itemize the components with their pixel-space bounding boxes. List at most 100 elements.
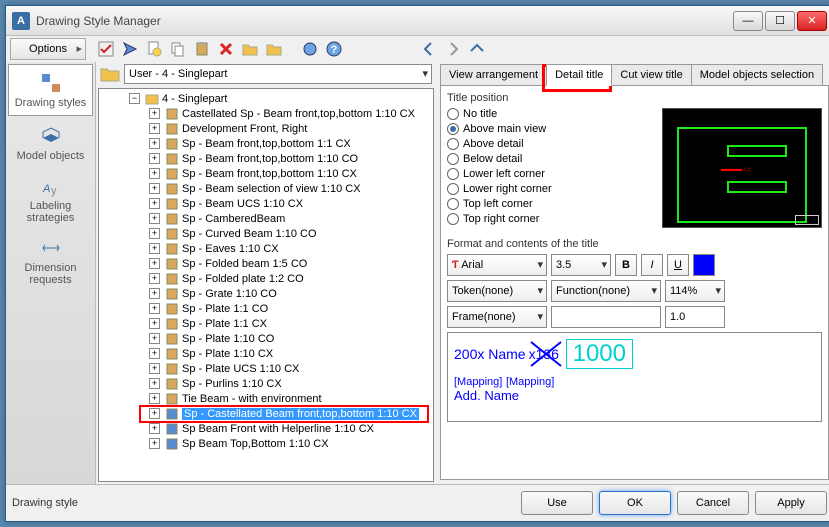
expand-icon[interactable]: + <box>149 168 160 179</box>
expand-icon[interactable]: + <box>149 363 160 374</box>
help-icon[interactable]: ? <box>324 39 344 59</box>
radio-top-right-corner[interactable]: Top right corner <box>447 213 552 225</box>
tab-view-arrangement[interactable]: View arrangement <box>440 64 547 86</box>
expand-icon[interactable]: + <box>149 318 160 329</box>
expand-icon[interactable]: + <box>149 213 160 224</box>
tree-item[interactable]: +Sp - Plate 1:10 CO <box>99 331 433 346</box>
sidebar-item-drawing-styles[interactable]: Drawing styles <box>8 64 93 116</box>
tree-item[interactable]: +Sp - Plate 1:1 CX <box>99 316 433 331</box>
expand-icon[interactable]: + <box>149 183 160 194</box>
path-combo[interactable]: User - 4 - Singlepart <box>124 64 432 84</box>
tree-item[interactable]: +Sp - Eaves 1:10 CX <box>99 241 433 256</box>
tree[interactable]: − 4 - Singlepart +Castellated Sp - Beam … <box>98 88 434 482</box>
sidebar-item-model-objects[interactable]: Model objects <box>6 118 95 168</box>
expand-icon[interactable]: + <box>149 303 160 314</box>
percent-combo[interactable]: 114% <box>665 280 725 302</box>
radio-above-main-view[interactable]: Above main view <box>447 123 552 135</box>
tree-item[interactable]: +Sp - Purlins 1:10 CX <box>99 376 433 391</box>
maximize-button[interactable]: ☐ <box>765 11 795 31</box>
close-button[interactable]: ✕ <box>797 11 827 31</box>
expand-icon[interactable]: + <box>149 438 160 449</box>
tree-item[interactable]: +Sp - Beam selection of view 1:10 CX <box>99 181 433 196</box>
tree-item[interactable]: +Development Front, Right <box>99 121 433 136</box>
collapse-icon[interactable]: − <box>129 93 140 104</box>
cancel-button[interactable]: Cancel <box>677 491 749 515</box>
frame-combo[interactable]: Frame(none) <box>447 306 547 328</box>
expand-icon[interactable]: + <box>149 243 160 254</box>
frame-width-input[interactable]: 1.0 <box>665 306 725 328</box>
tree-item[interactable]: +Sp Beam Front with Helperline 1:10 CX <box>99 421 433 436</box>
frame-value-input[interactable] <box>551 306 661 328</box>
folder1-icon[interactable] <box>240 39 260 59</box>
bold-button[interactable]: B <box>615 254 637 276</box>
radio-lower-right-corner[interactable]: Lower right corner <box>447 183 552 195</box>
radio-below-detail[interactable]: Below detail <box>447 153 552 165</box>
delete-icon[interactable] <box>216 39 236 59</box>
tree-item[interactable]: +Sp - Plate 1:10 CX <box>99 346 433 361</box>
tab-detail-title[interactable]: Detail title <box>546 64 612 86</box>
font-combo[interactable]: Ƭ Arial <box>447 254 547 276</box>
forward-icon[interactable] <box>443 39 463 59</box>
expand-icon[interactable]: + <box>149 138 160 149</box>
function-combo[interactable]: Function(none) <box>551 280 661 302</box>
tree-item[interactable]: +Sp - Folded plate 1:2 CO <box>99 271 433 286</box>
token-combo[interactable]: Token(none) <box>447 280 547 302</box>
sidebar-item-labeling[interactable]: Ay Labeling strategies <box>6 168 95 230</box>
expand-icon[interactable]: + <box>149 273 160 284</box>
tree-item[interactable]: +Sp - Beam front,top,bottom 1:10 CX <box>99 166 433 181</box>
minimize-button[interactable]: — <box>733 11 763 31</box>
sidebar-item-dimension[interactable]: Dimension requests <box>6 230 95 292</box>
options-button[interactable]: Options <box>10 38 86 60</box>
tree-item[interactable]: +Sp - Curved Beam 1:10 CO <box>99 226 433 241</box>
new-page-icon[interactable] <box>144 39 164 59</box>
expand-icon[interactable]: + <box>149 408 160 419</box>
tree-item[interactable]: +Sp - Grate 1:10 CO <box>99 286 433 301</box>
expand-icon[interactable]: + <box>149 258 160 269</box>
expand-icon[interactable]: + <box>149 153 160 164</box>
expand-icon[interactable]: + <box>149 348 160 359</box>
back-icon[interactable] <box>419 39 439 59</box>
expand-icon[interactable]: + <box>149 288 160 299</box>
underline-button[interactable]: U <box>667 254 689 276</box>
use-button[interactable]: Use <box>521 491 593 515</box>
radio-lower-left-corner[interactable]: Lower left corner <box>447 168 552 180</box>
radio-top-left-corner[interactable]: Top left corner <box>447 198 552 210</box>
folder2-icon[interactable] <box>264 39 284 59</box>
tree-item[interactable]: +Sp - Plate UCS 1:10 CX <box>99 361 433 376</box>
tree-item[interactable]: +Sp - Beam UCS 1:10 CX <box>99 196 433 211</box>
tree-item[interactable]: +Sp - Folded beam 1:5 CO <box>99 256 433 271</box>
expand-icon[interactable]: + <box>149 123 160 134</box>
tree-item[interactable]: +Sp Beam Top,Bottom 1:10 CX <box>99 436 433 451</box>
expand-icon[interactable]: + <box>149 228 160 239</box>
tree-item[interactable]: +Sp - Castellated Beam front,top,bottom … <box>99 406 433 421</box>
expand-icon[interactable]: + <box>149 393 160 404</box>
tree-item[interactable]: +Tie Beam - with environment <box>99 391 433 406</box>
globe-icon[interactable] <box>300 39 320 59</box>
style-icon <box>165 167 179 181</box>
apply-button[interactable]: Apply <box>755 491 827 515</box>
up-icon[interactable] <box>467 39 487 59</box>
expand-icon[interactable]: + <box>149 333 160 344</box>
expand-icon[interactable]: + <box>149 378 160 389</box>
size-combo[interactable]: 3.5 <box>551 254 611 276</box>
tab-cut-view-title[interactable]: Cut view title <box>611 64 691 86</box>
tree-item[interactable]: +Sp - Beam front,top,bottom 1:1 CX <box>99 136 433 151</box>
expand-icon[interactable]: + <box>149 108 160 119</box>
expand-icon[interactable]: + <box>149 198 160 209</box>
radio-no-title[interactable]: No title <box>447 108 552 120</box>
tree-item[interactable]: +Sp - Plate 1:1 CO <box>99 301 433 316</box>
radio-above-detail[interactable]: Above detail <box>447 138 552 150</box>
ok-button[interactable]: OK <box>599 491 671 515</box>
copy-icon[interactable] <box>168 39 188 59</box>
checkbox-icon[interactable] <box>96 39 116 59</box>
italic-button[interactable]: I <box>641 254 663 276</box>
tree-item[interactable]: +Sp - CamberedBeam <box>99 211 433 226</box>
tree-item[interactable]: +Castellated Sp - Beam front,top,bottom … <box>99 106 433 121</box>
color-swatch[interactable] <box>693 254 715 276</box>
tree-item[interactable]: +Sp - Beam front,top,bottom 1:10 CO <box>99 151 433 166</box>
tab-model-objects-selection[interactable]: Model objects selection <box>691 64 823 86</box>
tree-root[interactable]: − 4 - Singlepart <box>99 91 433 106</box>
expand-icon[interactable]: + <box>149 423 160 434</box>
send-icon[interactable] <box>120 39 140 59</box>
paste-icon[interactable] <box>192 39 212 59</box>
